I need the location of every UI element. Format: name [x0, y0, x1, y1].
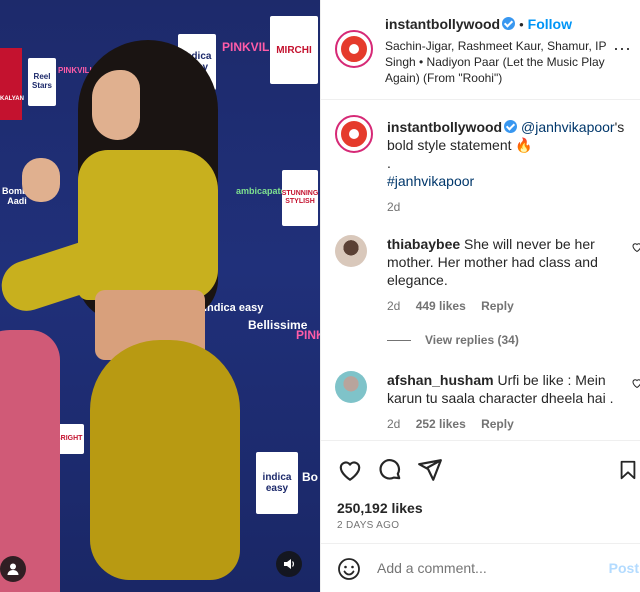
backdrop-logo: MIRCHI — [270, 16, 318, 84]
comment-time: 2d — [387, 417, 401, 431]
backdrop-logo: PINK — [296, 328, 320, 342]
person-skirt — [90, 340, 240, 580]
verified-badge-icon — [502, 17, 516, 30]
comment-username[interactable]: afshan_husham — [387, 372, 494, 388]
comment-username[interactable]: thiabaybee — [387, 236, 460, 252]
instagram-post-view: KALYAN Reel Stars PINKVILLA indica easy … — [0, 0, 640, 592]
comment-likes[interactable]: 449 likes — [416, 299, 466, 313]
avatar[interactable] — [335, 371, 367, 403]
backdrop-logo: indica easy — [204, 302, 264, 314]
post-video[interactable]: KALYAN Reel Stars PINKVILLA indica easy … — [0, 0, 320, 592]
header-user-line: instantbollywood • Follow — [385, 16, 572, 32]
person-hand — [22, 158, 60, 202]
likes-count[interactable]: 250,192 likes — [337, 500, 423, 516]
post-details-panel: instantbollywood • Follow Sachin-Jigar, Ra… — [320, 0, 640, 592]
replies-divider — [387, 339, 411, 341]
backdrop-logo: STUNNING STYLISH — [282, 170, 318, 226]
avatar[interactable] — [335, 30, 373, 68]
backdrop-logo: indica easy — [256, 452, 298, 514]
comment-input[interactable] — [377, 560, 597, 576]
caption-dot-line: . — [387, 155, 391, 171]
separator-dot: • — [519, 17, 524, 32]
mention-link[interactable]: @janhvikapoor — [521, 119, 615, 135]
reply-button[interactable]: Reply — [481, 417, 514, 431]
audio-attribution-link[interactable]: Sachin-Jigar, Rashmeet Kaur, Shamur, IP … — [385, 38, 621, 86]
tagged-users-button[interactable] — [0, 556, 26, 582]
post-actions: 250,192 likes 2 DAYS AGO — [321, 440, 640, 540]
username-link[interactable]: instantbollywood — [385, 16, 500, 32]
backdrop-logo: Bo — [302, 470, 318, 484]
backdrop-red-banner — [0, 48, 22, 120]
more-options-icon[interactable]: ··· — [613, 38, 631, 59]
person-face — [92, 70, 140, 140]
foreground-person-blur — [0, 330, 60, 592]
caption-username[interactable]: instantbollywood — [387, 119, 502, 135]
verified-badge-icon — [504, 120, 518, 133]
add-comment-bar: Post — [321, 543, 640, 592]
view-replies-button[interactable]: View replies (34) — [387, 333, 519, 347]
follow-button[interactable]: Follow — [528, 16, 572, 32]
backdrop-logo: Reel Stars — [28, 58, 56, 106]
comment-likes[interactable]: 252 likes — [416, 417, 466, 431]
post-date[interactable]: 2 DAYS AGO — [337, 520, 399, 531]
post-comment-button[interactable]: Post — [609, 560, 639, 576]
comments-list: instantbollywood @janhvikapoor's bold st… — [321, 101, 640, 439]
save-bookmark-icon[interactable] — [617, 457, 639, 483]
emoji-icon[interactable] — [337, 557, 361, 581]
reply-button[interactable]: Reply — [481, 299, 514, 313]
person-icon — [7, 563, 19, 575]
avatar[interactable] — [335, 115, 373, 153]
hashtag-link[interactable]: #janhvikapoor — [387, 172, 627, 190]
view-replies-label: View replies (34) — [425, 333, 519, 347]
comment-bubble-icon[interactable] — [377, 457, 403, 483]
like-heart-icon[interactable] — [337, 457, 363, 483]
backdrop-logo: ambicapatel — [236, 186, 289, 196]
post-header: instantbollywood • Follow Sachin-Jigar, Ra… — [321, 0, 640, 100]
like-comment-heart-icon[interactable] — [631, 377, 640, 389]
share-send-icon[interactable] — [417, 457, 443, 483]
caption-time: 2d — [387, 200, 401, 214]
mute-button[interactable] — [276, 551, 302, 577]
speaker-icon — [284, 559, 294, 569]
backdrop-logo: KALYAN — [0, 96, 24, 102]
comment-time: 2d — [387, 299, 401, 313]
like-comment-heart-icon[interactable] — [631, 241, 640, 253]
avatar[interactable] — [335, 235, 367, 267]
